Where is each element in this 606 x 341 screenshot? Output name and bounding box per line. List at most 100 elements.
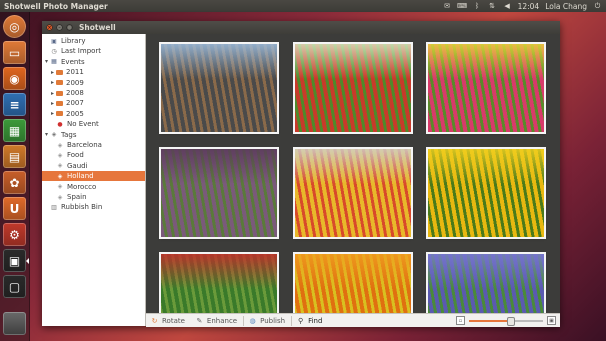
expander-icon[interactable]: ▸: [49, 69, 56, 76]
power-icon[interactable]: ⏻: [593, 2, 602, 10]
divider: [243, 315, 245, 326]
sidebar-item-tags[interactable]: ▾ ◈ Tags: [42, 130, 145, 140]
launcher-files-icon[interactable]: ▭: [3, 41, 26, 64]
expander-icon[interactable]: ▾: [43, 131, 50, 138]
sidebar-item-library[interactable]: ▣ Library: [42, 36, 145, 46]
launcher-shotwell-active-icon[interactable]: ▣: [3, 249, 26, 272]
launcher-workspaces-icon[interactable]: ▢: [3, 275, 26, 298]
no-event-icon: ●: [57, 120, 63, 128]
tags-icon: ◈: [51, 131, 57, 139]
launcher-shotwell-icon[interactable]: ✿: [3, 171, 26, 194]
photo-thumbnail[interactable]: [161, 149, 277, 237]
expander-icon[interactable]: ▸: [49, 79, 56, 86]
launcher-firefox-icon[interactable]: ◉: [3, 67, 26, 90]
photo-grid: [146, 34, 560, 313]
sidebar-item-morocco[interactable]: ◈ Morocco: [42, 182, 145, 192]
launcher-calc-icon[interactable]: ▦: [3, 119, 26, 142]
shotwell-window: × – □ Shotwell ▣ Library ◷ Last Import ▾ ▦ Eve…: [42, 21, 560, 327]
launcher-ubuntu-one-icon[interactable]: U: [3, 197, 26, 220]
sidebar-item-last-import[interactable]: ◷ Last Import: [42, 46, 145, 56]
trash-icon[interactable]: [3, 312, 26, 335]
publish-label: Publish: [260, 316, 286, 325]
zoom-in-icon[interactable]: ▣: [547, 316, 556, 325]
sidebar-item-label: 2007: [66, 99, 84, 108]
folder-icon: [56, 69, 63, 75]
zoom-slider[interactable]: ▫ ▣: [456, 316, 556, 326]
photo-thumbnail[interactable]: [161, 44, 277, 132]
photo-thumbnail[interactable]: [295, 149, 411, 237]
sidebar-item-holland[interactable]: ◈ Holland: [42, 171, 145, 182]
clock[interactable]: 12:04: [518, 2, 540, 11]
sidebar-item-label: Gaudi: [67, 161, 88, 170]
folder-icon: [56, 100, 63, 106]
import-icon: ◷: [51, 47, 57, 55]
photo-thumbnail[interactable]: [161, 254, 277, 313]
photo-yellow-tulips-closeup: [428, 149, 544, 185]
sidebar-item-gaudi[interactable]: ◈ Gaudi: [42, 161, 145, 171]
zoom-handle[interactable]: [506, 316, 515, 326]
sidebar: ▣ Library ◷ Last Import ▾ ▦ Events ▸ 2011 ▸ 2009 ▸ 2…: [42, 34, 146, 326]
sidebar-item-label: Spain: [67, 193, 87, 201]
keyboard-icon[interactable]: ⌨: [457, 2, 467, 10]
sidebar-item-2007[interactable]: ▸ 2007: [42, 98, 145, 108]
library-icon: ▣: [51, 37, 57, 45]
folder-icon: [56, 90, 63, 96]
enhance-icon: ✎: [196, 316, 203, 325]
launcher-writer-icon[interactable]: ≡: [3, 93, 26, 116]
rotate-label: Rotate: [162, 316, 185, 325]
sidebar-item-rubbish-bin[interactable]: ▥ Rubbish Bin: [42, 202, 145, 212]
expander-icon[interactable]: ▸: [49, 90, 56, 97]
find-label: Find: [308, 316, 323, 325]
network-icon[interactable]: ⇅: [488, 2, 497, 10]
folder-icon: [56, 80, 63, 86]
rotate-button[interactable]: ↻ Rotate: [150, 316, 185, 325]
photo-thumbnail[interactable]: [428, 149, 544, 237]
photo-thumbnail[interactable]: [428, 254, 544, 313]
sidebar-item-events[interactable]: ▾ ▦ Events: [42, 57, 145, 67]
sidebar-item-no-event[interactable]: ● No Event: [42, 119, 145, 129]
sidebar-item-2009[interactable]: ▸ 2009: [42, 78, 145, 88]
sidebar-item-label: Rubbish Bin: [61, 203, 103, 212]
close-icon[interactable]: ×: [46, 24, 53, 31]
window-title: Shotwell: [79, 23, 116, 32]
photo-thumbnail[interactable]: [428, 44, 544, 132]
photo-red-tulip-field: [295, 44, 411, 80]
minimize-icon[interactable]: –: [56, 24, 63, 31]
expander-icon[interactable]: ▾: [43, 58, 50, 65]
enhance-button[interactable]: ✎ Enhance: [195, 316, 237, 325]
app-title: Shotwell Photo Manager: [4, 1, 108, 11]
mail-icon[interactable]: ✉: [443, 2, 452, 10]
toolbar: ↻ Rotate ✎ Enhance ◍ Publish ⚲ Find ▫ ▣: [146, 313, 560, 327]
sidebar-item-2005[interactable]: ▸ 2005: [42, 109, 145, 119]
launcher-impress-icon[interactable]: ▤: [3, 145, 26, 168]
photo-thumbnail[interactable]: [295, 44, 411, 132]
photo-orange-tulips: [295, 254, 411, 290]
sidebar-item-2008[interactable]: ▸ 2008: [42, 88, 145, 98]
maximize-icon[interactable]: □: [66, 24, 73, 31]
user-name[interactable]: Lola Chang: [545, 2, 587, 11]
titlebar[interactable]: × – □ Shotwell: [42, 21, 560, 34]
zoom-track[interactable]: [469, 316, 543, 326]
tag-icon: ◈: [57, 172, 63, 180]
launcher-settings-icon[interactable]: ⚙: [3, 223, 26, 246]
sidebar-item-label: Food: [67, 151, 84, 160]
bluetooth-icon[interactable]: ᛒ: [473, 2, 482, 10]
expander-icon[interactable]: ▸: [49, 100, 56, 107]
expander-icon[interactable]: ▸: [49, 110, 56, 117]
tag-icon: ◈: [57, 162, 63, 170]
photo-harbor-houses: [161, 44, 277, 80]
trash-icon: ▥: [51, 203, 57, 211]
photo-purple-tulips: [161, 149, 277, 185]
zoom-out-icon[interactable]: ▫: [456, 316, 465, 325]
volume-icon[interactable]: ◀: [503, 2, 512, 10]
sidebar-item-barcelona[interactable]: ◈ Barcelona: [42, 140, 145, 150]
sidebar-item-2011[interactable]: ▸ 2011: [42, 67, 145, 77]
publish-button[interactable]: ◍ Publish: [248, 316, 286, 325]
find-button[interactable]: ⚲ Find: [296, 316, 322, 325]
photo-thumbnail[interactable]: [295, 254, 411, 313]
publish-icon: ◍: [249, 316, 256, 325]
photo-red-tulip-closeup: [161, 254, 277, 290]
sidebar-item-food[interactable]: ◈ Food: [42, 150, 145, 160]
sidebar-item-spain[interactable]: ◈ Spain: [42, 192, 145, 202]
launcher-dash-home-icon[interactable]: ◎: [3, 15, 26, 38]
